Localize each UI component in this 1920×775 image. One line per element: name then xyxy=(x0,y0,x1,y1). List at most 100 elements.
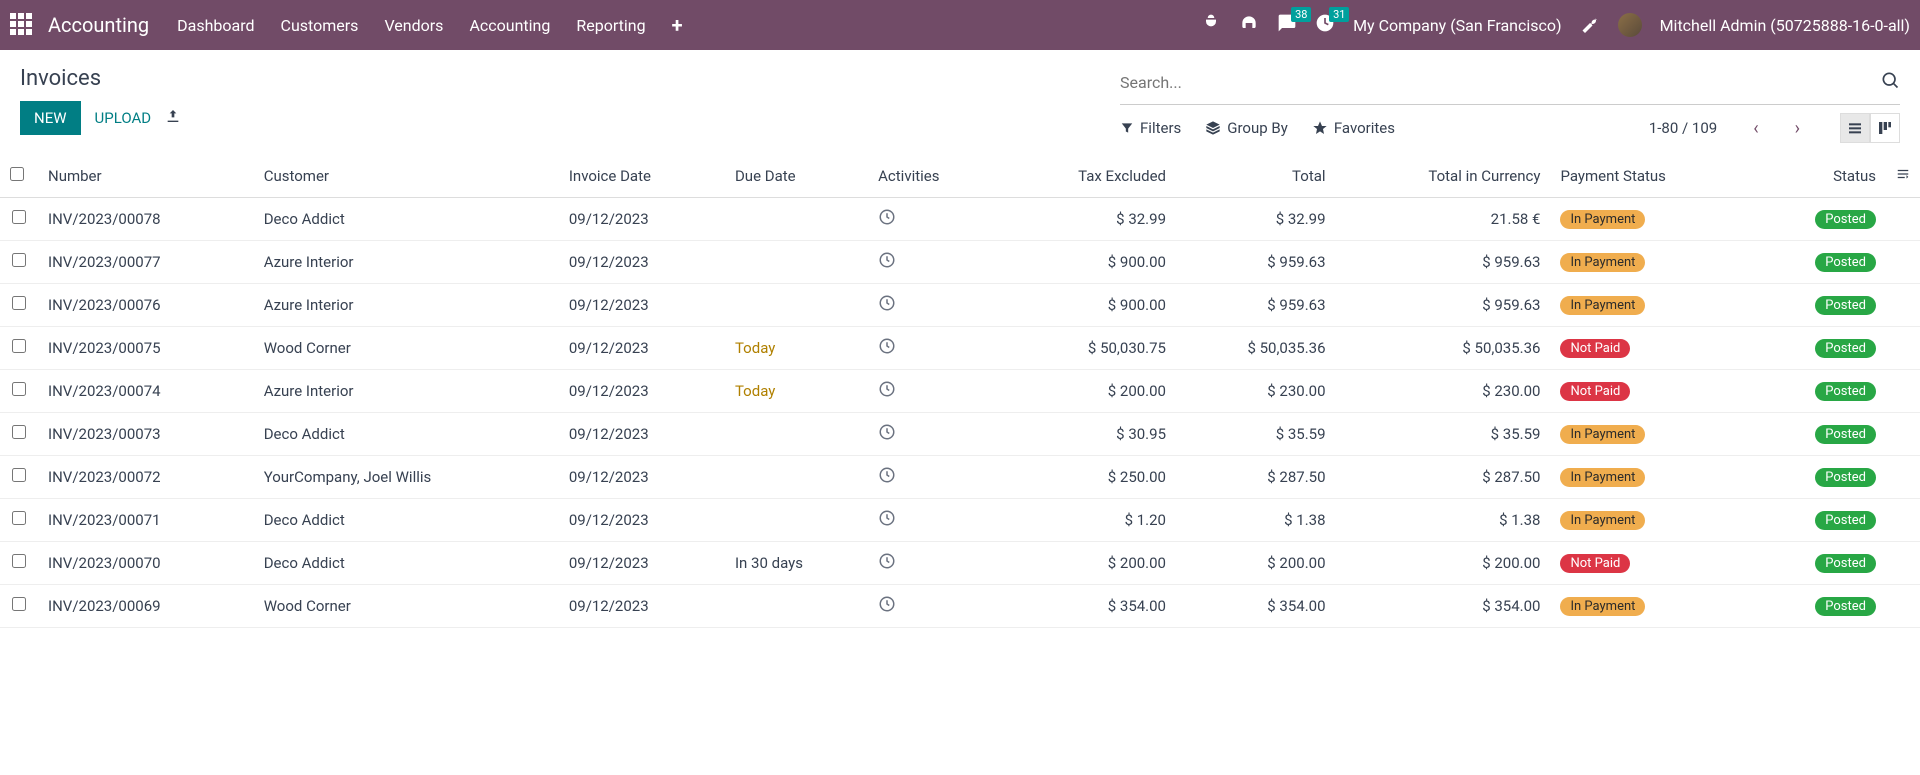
table-row[interactable]: INV/2023/00076Azure Interior09/12/2023$ … xyxy=(0,284,1920,327)
kanban-view-icon[interactable] xyxy=(1870,113,1900,143)
row-checkbox[interactable] xyxy=(12,425,26,439)
col-total[interactable]: Total xyxy=(1176,155,1336,198)
favorites-button[interactable]: Favorites xyxy=(1312,119,1395,137)
list-view-icon[interactable] xyxy=(1840,113,1870,143)
cell-status: Posted xyxy=(1755,327,1886,370)
status-badge: Posted xyxy=(1815,597,1876,616)
nav-right: 38 31 My Company (San Francisco) Mitchel… xyxy=(1201,13,1910,37)
nav-dashboard[interactable]: Dashboard xyxy=(177,16,254,35)
pager-label[interactable]: 1-80 / 109 xyxy=(1649,119,1717,137)
status-badge: Posted xyxy=(1815,210,1876,229)
cell-customer: Wood Corner xyxy=(254,585,559,628)
col-activities[interactable]: Activities xyxy=(868,155,1000,198)
tools-icon[interactable] xyxy=(1580,13,1600,37)
col-settings-icon[interactable] xyxy=(1886,155,1920,198)
clock-icon[interactable] xyxy=(878,380,896,398)
row-checkbox[interactable] xyxy=(12,468,26,482)
filters-button[interactable]: Filters xyxy=(1120,119,1181,137)
cell-invoice-date: 09/12/2023 xyxy=(559,241,725,284)
nav-add-icon[interactable]: + xyxy=(672,13,683,37)
cell-invoice-date: 09/12/2023 xyxy=(559,413,725,456)
cell-tax-excluded: $ 30.95 xyxy=(1000,413,1176,456)
cell-status: Posted xyxy=(1755,413,1886,456)
nav-reporting[interactable]: Reporting xyxy=(576,16,645,35)
clock-icon[interactable] xyxy=(878,423,896,441)
cell-due-date: Today xyxy=(725,327,868,370)
user-menu[interactable]: Mitchell Admin (50725888-16-0-all) xyxy=(1660,16,1910,35)
clock-icon[interactable] xyxy=(878,251,896,269)
col-due-date[interactable]: Due Date xyxy=(725,155,868,198)
cell-tax-excluded: $ 32.99 xyxy=(1000,198,1176,241)
table-row[interactable]: INV/2023/00073Deco Addict09/12/2023$ 30.… xyxy=(0,413,1920,456)
row-checkbox[interactable] xyxy=(12,597,26,611)
clock-icon[interactable] xyxy=(878,337,896,355)
row-checkbox[interactable] xyxy=(12,339,26,353)
nav-vendors[interactable]: Vendors xyxy=(384,16,443,35)
clock-icon[interactable] xyxy=(878,294,896,312)
nav-menu: Dashboard Customers Vendors Accounting R… xyxy=(177,13,682,37)
groupby-button[interactable]: Group By xyxy=(1205,119,1288,137)
cell-total-currency: $ 50,035.36 xyxy=(1336,327,1551,370)
activities-icon[interactable]: 31 xyxy=(1315,13,1335,37)
table-row[interactable]: INV/2023/00077Azure Interior09/12/2023$ … xyxy=(0,241,1920,284)
clock-icon[interactable] xyxy=(878,595,896,613)
avatar[interactable] xyxy=(1618,13,1642,37)
cell-number: INV/2023/00071 xyxy=(38,499,254,542)
cell-tax-excluded: $ 200.00 xyxy=(1000,370,1176,413)
clock-icon[interactable] xyxy=(878,552,896,570)
clock-icon[interactable] xyxy=(878,208,896,226)
table-row[interactable]: INV/2023/00069Wood Corner09/12/2023$ 354… xyxy=(0,585,1920,628)
cell-customer: Azure Interior xyxy=(254,284,559,327)
support-icon[interactable] xyxy=(1239,13,1259,37)
table-row[interactable]: INV/2023/00070Deco Addict09/12/2023In 30… xyxy=(0,542,1920,585)
nav-customers[interactable]: Customers xyxy=(281,16,359,35)
clock-icon[interactable] xyxy=(878,509,896,527)
col-total-currency[interactable]: Total in Currency xyxy=(1336,155,1551,198)
messages-icon[interactable]: 38 xyxy=(1277,13,1297,37)
table-row[interactable]: INV/2023/00078Deco Addict09/12/2023$ 32.… xyxy=(0,198,1920,241)
row-checkbox[interactable] xyxy=(12,511,26,525)
table-row[interactable]: INV/2023/00074Azure Interior09/12/2023To… xyxy=(0,370,1920,413)
row-checkbox[interactable] xyxy=(12,554,26,568)
groupby-label: Group By xyxy=(1227,119,1288,137)
col-customer[interactable]: Customer xyxy=(254,155,559,198)
pager-prev-icon[interactable]: ‹ xyxy=(1747,118,1764,139)
row-checkbox[interactable] xyxy=(12,253,26,267)
search-icon[interactable] xyxy=(1880,70,1900,94)
pager-next-icon[interactable]: › xyxy=(1789,118,1806,139)
cell-status: Posted xyxy=(1755,456,1886,499)
cell-customer: Wood Corner xyxy=(254,327,559,370)
upload-button[interactable]: UPLOAD xyxy=(95,101,152,135)
col-number[interactable]: Number xyxy=(38,155,254,198)
apps-icon[interactable] xyxy=(10,13,34,37)
company-switcher[interactable]: My Company (San Francisco) xyxy=(1353,16,1562,35)
row-checkbox[interactable] xyxy=(12,382,26,396)
col-invoice-date[interactable]: Invoice Date xyxy=(559,155,725,198)
cell-invoice-date: 09/12/2023 xyxy=(559,456,725,499)
cell-number: INV/2023/00077 xyxy=(38,241,254,284)
cell-status: Posted xyxy=(1755,198,1886,241)
new-button[interactable]: NEW xyxy=(20,101,81,135)
payment-status-badge: In Payment xyxy=(1560,425,1645,444)
col-payment-status[interactable]: Payment Status xyxy=(1550,155,1754,198)
table-row[interactable]: INV/2023/00072YourCompany, Joel Willis09… xyxy=(0,456,1920,499)
search-input[interactable] xyxy=(1120,73,1880,92)
row-checkbox[interactable] xyxy=(12,210,26,224)
cell-tax-excluded: $ 354.00 xyxy=(1000,585,1176,628)
col-tax-excluded[interactable]: Tax Excluded xyxy=(1000,155,1176,198)
favorites-label: Favorites xyxy=(1334,119,1395,137)
cell-customer: Deco Addict xyxy=(254,542,559,585)
table-row[interactable]: INV/2023/00075Wood Corner09/12/2023Today… xyxy=(0,327,1920,370)
clock-icon[interactable] xyxy=(878,466,896,484)
cell-total-currency: $ 200.00 xyxy=(1336,542,1551,585)
bug-icon[interactable] xyxy=(1201,13,1221,37)
nav-accounting[interactable]: Accounting xyxy=(469,16,550,35)
cell-due-date xyxy=(725,284,868,327)
col-status[interactable]: Status xyxy=(1755,155,1886,198)
app-brand[interactable]: Accounting xyxy=(48,13,149,37)
row-checkbox[interactable] xyxy=(12,296,26,310)
select-all-checkbox[interactable] xyxy=(10,167,24,181)
upload-icon[interactable] xyxy=(165,108,181,128)
cell-number: INV/2023/00072 xyxy=(38,456,254,499)
table-row[interactable]: INV/2023/00071Deco Addict09/12/2023$ 1.2… xyxy=(0,499,1920,542)
